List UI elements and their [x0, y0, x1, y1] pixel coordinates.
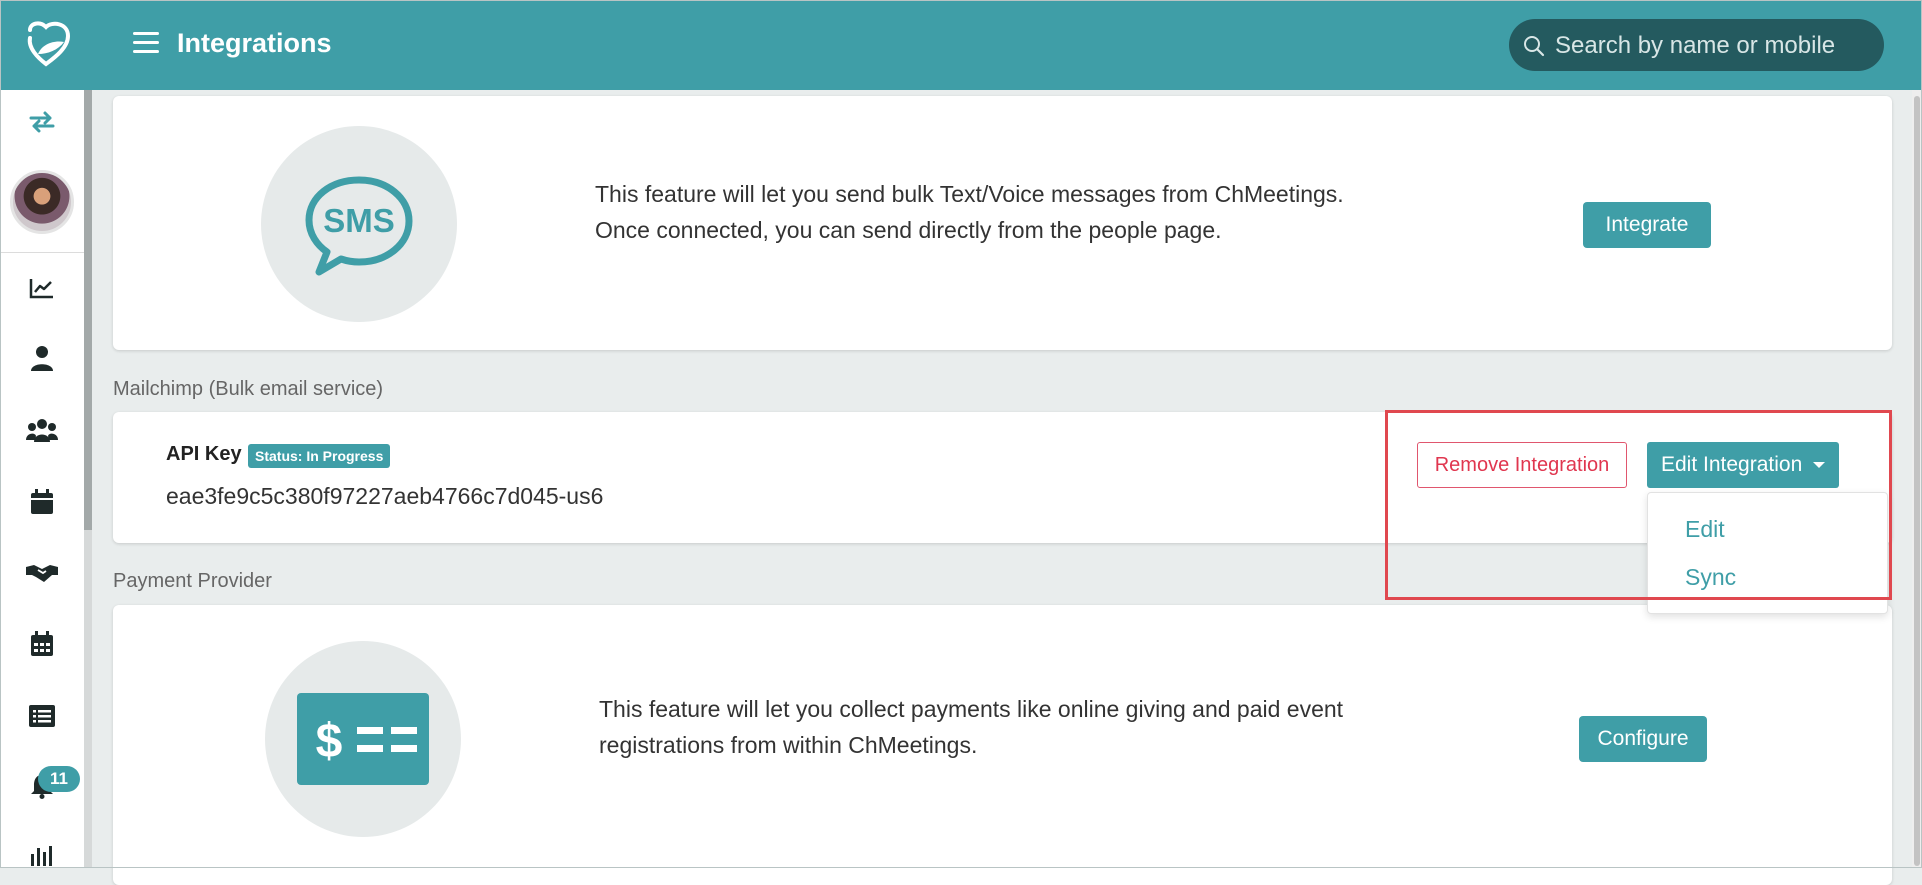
sidebar-divider-avatar	[0, 252, 84, 253]
status-badge: Status: In Progress	[248, 444, 391, 468]
notification-badge: 11	[38, 766, 80, 792]
page-title: Integrations	[177, 28, 332, 58]
payment-section-label: Payment Provider	[113, 570, 272, 592]
money-card-icon: $	[297, 693, 429, 785]
integrate-button[interactable]: Integrate	[1583, 202, 1711, 248]
handshake-icon[interactable]	[22, 552, 62, 592]
payment-icon-circle: $	[265, 641, 461, 837]
calendar-icon[interactable]	[22, 482, 62, 522]
configure-button[interactable]: Configure	[1579, 716, 1707, 762]
sms-description: This feature will let you send bulk Text…	[595, 176, 1344, 248]
list-icon[interactable]	[22, 696, 62, 736]
payment-icon-text: $	[316, 715, 343, 768]
sidebar-scrollbar[interactable]	[84, 90, 92, 868]
sms-description-line1: This feature will let you send bulk Text…	[595, 181, 1344, 207]
payment-description: This feature will let you collect paymen…	[599, 691, 1343, 763]
api-key-value: eae3fe9c5c380f97227aeb4766c7d045-us6	[166, 483, 604, 509]
main-scrollbar[interactable]	[1912, 90, 1922, 868]
api-key-label: API Key	[166, 443, 242, 465]
sms-icon-circle: SMS	[261, 126, 457, 322]
calendar-grid-icon[interactable]	[22, 624, 62, 664]
payment-description-line1: This feature will let you collect paymen…	[599, 696, 1344, 722]
sms-description-line2: Once connected, you can send directly fr…	[595, 217, 1222, 243]
search-icon	[1524, 36, 1545, 57]
sms-bubble-icon: SMS	[305, 176, 413, 276]
highlight-box	[1385, 410, 1892, 600]
logo-icon[interactable]	[24, 20, 74, 68]
sms-integration-card: SMS This feature will let you send bulk …	[113, 96, 1892, 350]
swap-arrows-icon[interactable]	[22, 102, 62, 142]
payment-card: $ This feature will let you collect paym…	[113, 605, 1892, 885]
avatar[interactable]	[10, 170, 74, 234]
top-bar: Integrations	[0, 0, 1922, 90]
payment-description-line2: registrations from within ChMeetings.	[599, 732, 978, 758]
person-icon[interactable]	[22, 338, 62, 378]
bar-chart-icon[interactable]	[22, 836, 62, 876]
group-icon[interactable]	[22, 410, 62, 450]
chart-line-icon[interactable]	[22, 268, 62, 308]
menu-toggle-button[interactable]	[133, 32, 159, 54]
mailchimp-section-label: Mailchimp (Bulk email service)	[113, 378, 384, 400]
search-box[interactable]	[1509, 19, 1884, 73]
sms-icon-text: SMS	[323, 202, 395, 239]
search-input[interactable]	[1553, 19, 1877, 73]
